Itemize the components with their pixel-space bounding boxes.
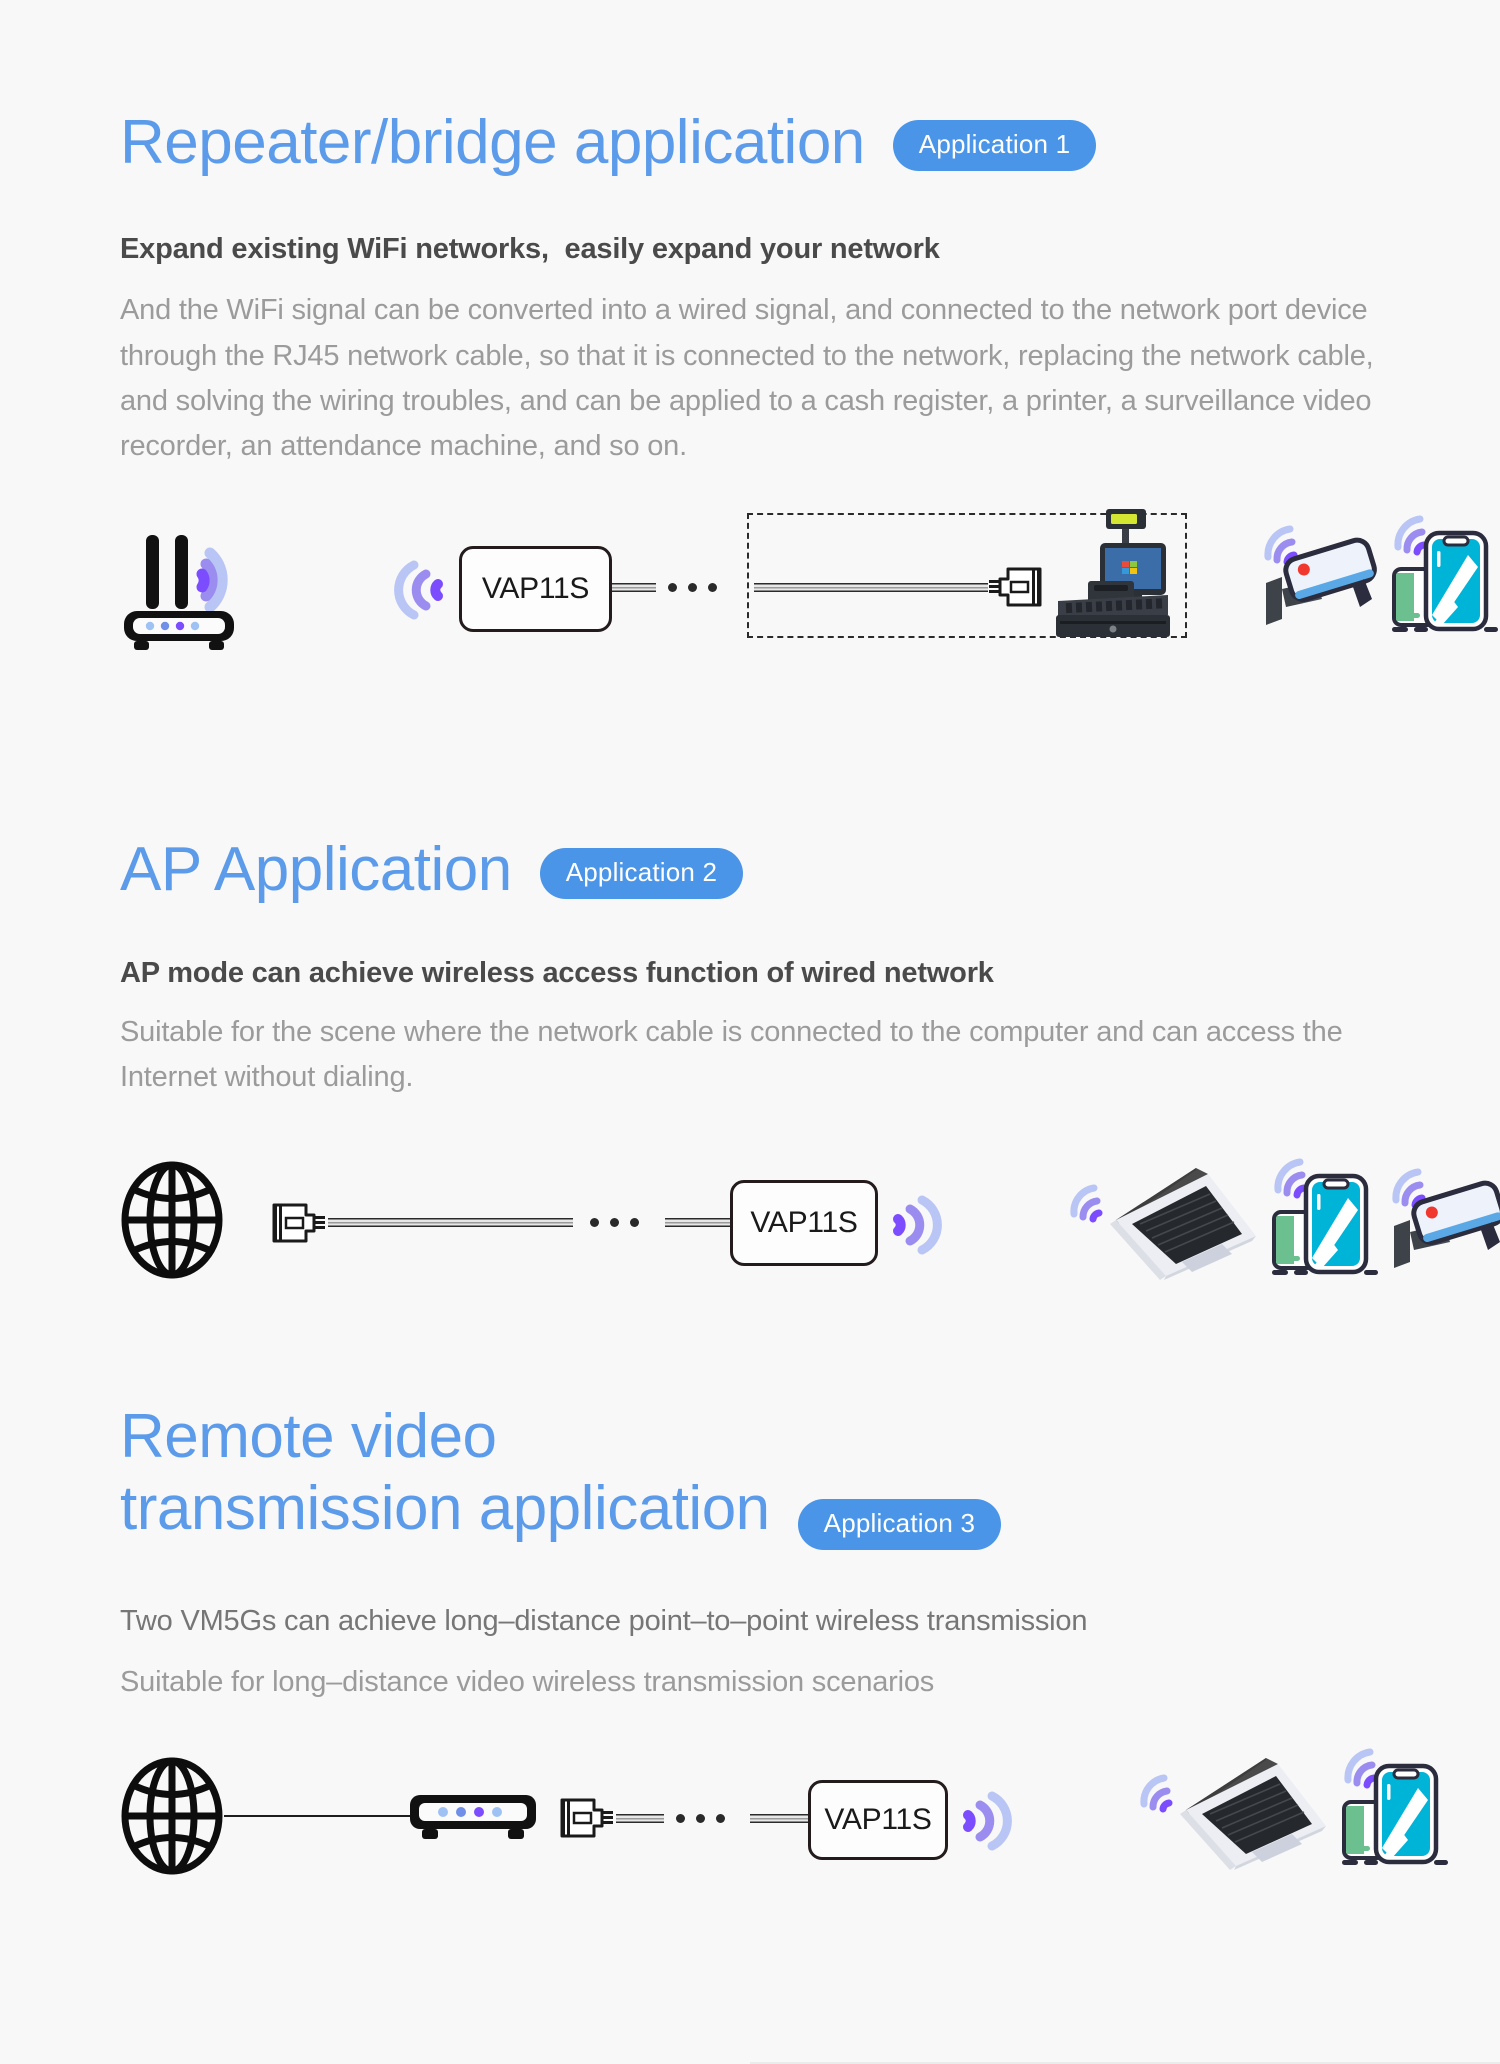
section-2-heading-row: AP Application Application 2: [120, 835, 1380, 904]
vap11s-label: VAP11S: [481, 572, 590, 606]
section-3-subtitle: Two VM5Gs can achieve long–distance poin…: [120, 1605, 1088, 1638]
ellipsis-separator: [668, 583, 717, 593]
wifi-signal-icon: [956, 1790, 1012, 1852]
rj45-connector: [982, 563, 1046, 611]
modem-icon: [408, 1793, 538, 1845]
section-3-title-line2: transmission application: [120, 1473, 770, 1543]
ethernet-cable-right: [754, 583, 988, 593]
vap11s-device: VAP11S: [808, 1779, 948, 1860]
section-1-body: And the WiFi signal can be converted int…: [120, 294, 1374, 463]
ellipsis-separator: [676, 1813, 725, 1823]
section-3-body: Suitable for long–distance video wireles…: [120, 1666, 935, 1699]
globe-icon: [120, 1161, 224, 1279]
section-2-body: Suitable for the scene where the network…: [120, 1015, 1343, 1094]
section-1-heading-row: Repeater/bridge application Application …: [120, 108, 1380, 177]
page-root: Repeater/bridge application Application …: [0, 0, 1500, 2064]
vap11s-label: VAP11S: [824, 1802, 932, 1836]
connection-line: [224, 1814, 410, 1818]
smartphone-icon: [1392, 511, 1500, 637]
wifi-signal-icon: [394, 559, 450, 621]
cctv-camera-icon: [1388, 1158, 1500, 1280]
section-3-diagram: VAP11S: [120, 1736, 1448, 1916]
smartphone-icon: [1342, 1744, 1450, 1870]
router-icon: [120, 529, 260, 659]
section-2-subtitle: AP mode can achieve wireless access func…: [120, 956, 994, 989]
rj45-connector: [268, 1199, 332, 1247]
ethernet-cable-right: [750, 1813, 812, 1823]
ethernet-cable-right: [665, 1218, 733, 1228]
ethernet-cable-left: [612, 583, 656, 593]
section-2-badge: Application 2: [539, 847, 744, 899]
rj45-connector: [556, 1794, 620, 1842]
smartphone-icon: [1272, 1154, 1380, 1280]
section-repeater-bridge: Repeater/bridge application Application …: [120, 0, 1498, 707]
vap11s-device: VAP11S: [730, 1180, 878, 1267]
section-1-title: Repeater/bridge application: [120, 108, 865, 177]
ethernet-cable-left: [616, 1813, 664, 1823]
cash-register-icon: [1050, 509, 1178, 639]
section-3-badge: Application 3: [797, 1498, 1002, 1550]
globe-icon: [120, 1757, 224, 1875]
section-2-diagram: VAP11S: [120, 1144, 1500, 1334]
section-1-subtitle: Expand existing WiFi networks, easily ex…: [120, 233, 940, 266]
section-3-heading-row: transmission application Application 3: [120, 1473, 1380, 1550]
section-remote-video: Remote video transmission application Ap…: [120, 1334, 1448, 1916]
wifi-signal-icon: [886, 1194, 942, 1256]
section-1-badge: Application 1: [892, 120, 1097, 172]
laptop-icon: [1070, 1162, 1262, 1284]
ethernet-cable-left: [328, 1218, 573, 1228]
section-ap-application: AP Application Application 2 AP mode can…: [120, 707, 1500, 1334]
ellipsis-separator: [590, 1218, 639, 1228]
vap11s-device: VAP11S: [459, 546, 612, 633]
section-3-title-line1: Remote video: [120, 1402, 497, 1472]
section-1-diagram: VAP11S: [120, 507, 1498, 707]
cctv-camera-icon: [1260, 515, 1378, 637]
vap11s-label: VAP11S: [750, 1206, 858, 1240]
section-2-title: AP Application: [120, 835, 512, 905]
laptop-icon: [1140, 1752, 1332, 1874]
